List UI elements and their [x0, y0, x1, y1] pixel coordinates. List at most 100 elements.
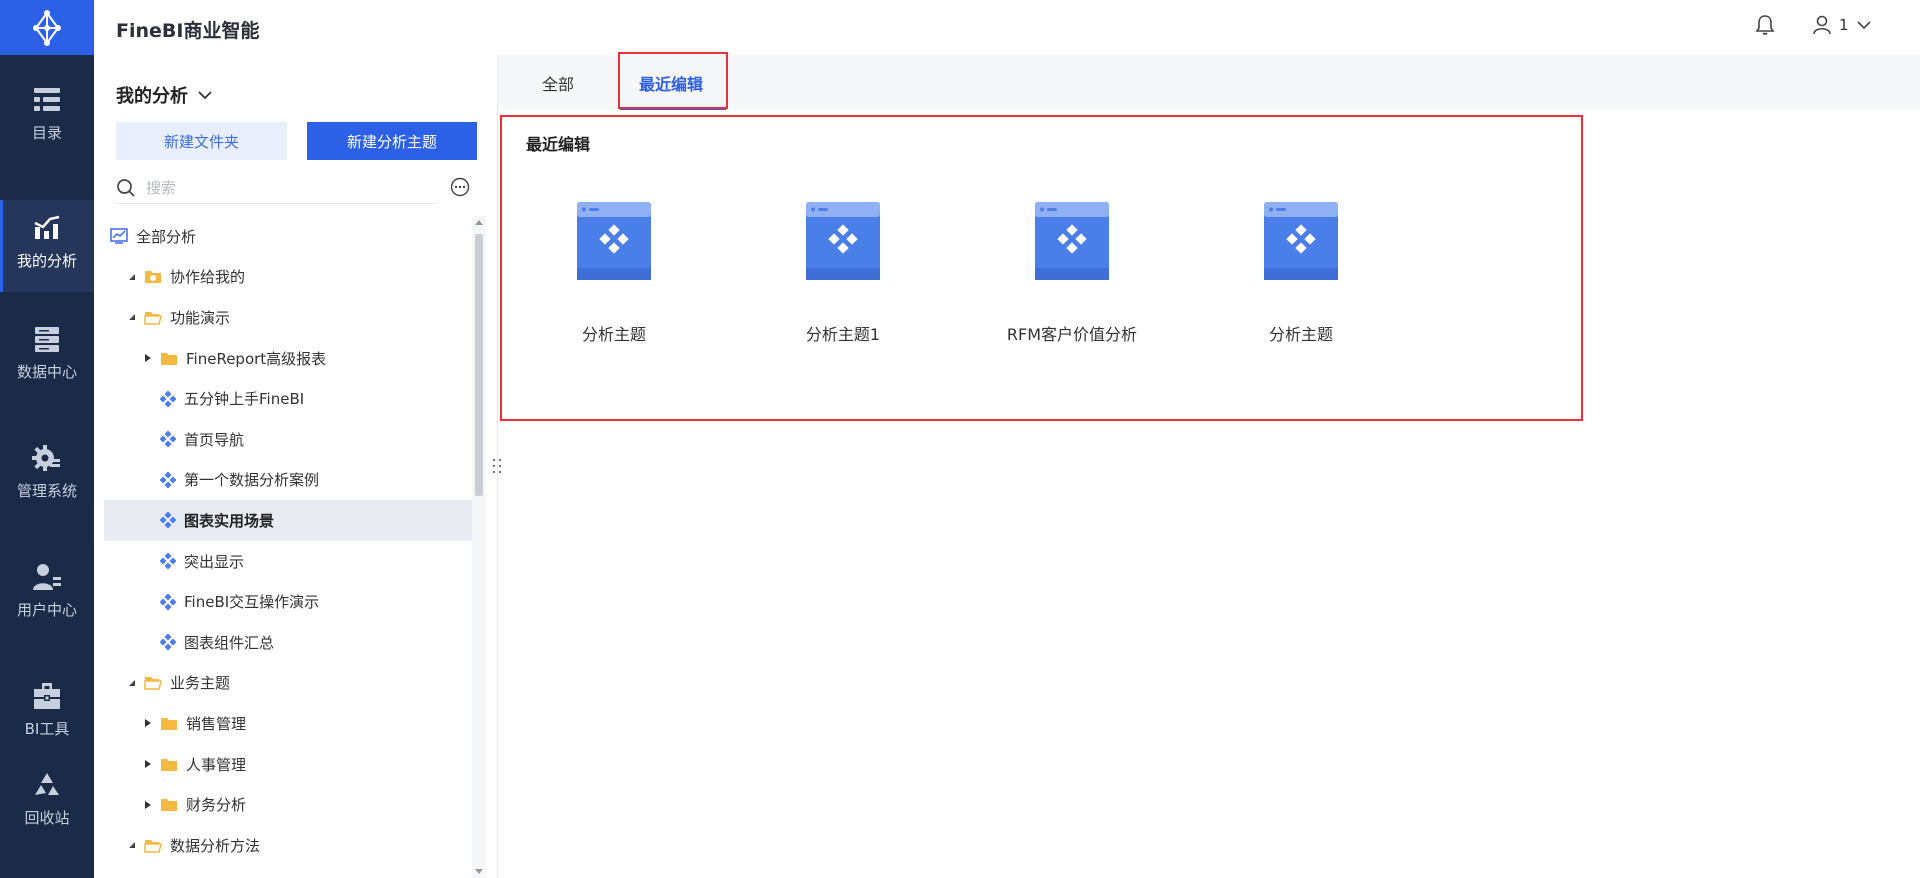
tree-item-label: 第一个数据分析案例: [184, 471, 320, 490]
gear-icon: [32, 445, 60, 471]
folder-icon: [160, 797, 178, 812]
tree-item-component-summary[interactable]: 图表组件汇总: [104, 622, 473, 663]
subject-icon: [160, 593, 176, 610]
tree-item-home-nav[interactable]: 首页导航: [104, 419, 473, 460]
tree-item-analysis-methods[interactable]: 数据分析方法: [104, 825, 473, 866]
tree-item-label: 功能演示: [170, 308, 231, 327]
recent-card[interactable]: 分析主题: [514, 200, 714, 345]
user-name: 1: [1839, 16, 1849, 34]
bell-icon: [1755, 15, 1775, 35]
tree-item-label: 图表组件汇总: [184, 633, 275, 652]
panel-resize-handle[interactable]: [491, 457, 503, 475]
user-icon: [1813, 15, 1831, 35]
tree-item-business-topics[interactable]: 业务主题: [104, 663, 473, 704]
subject-icon: [160, 553, 176, 570]
open-folder-icon: [144, 675, 162, 691]
new-subject-button[interactable]: 新建分析主题: [307, 122, 477, 160]
drag-dots-icon: [492, 458, 502, 474]
rail-label-bi-tools: BI工具: [24, 720, 70, 738]
tree-item-label: 销售管理: [186, 714, 247, 733]
tree-item-label: FineBI交互操作演示: [184, 593, 320, 612]
rail-item-management[interactable]: 管理系统: [0, 444, 94, 538]
tree-item-highlight[interactable]: 突出显示: [104, 541, 473, 582]
expanded-arrow-icon[interactable]: [126, 841, 138, 849]
collapsed-arrow-icon[interactable]: [142, 759, 154, 769]
rail-item-recycle[interactable]: 回收站: [0, 771, 94, 865]
logo-icon: [33, 9, 61, 46]
rail-item-data-center[interactable]: 数据中心: [0, 325, 94, 419]
collapsed-arrow-icon[interactable]: [142, 353, 154, 363]
top-header: FineBI商业智能: [94, 0, 1920, 56]
card-title: 分析主题1: [805, 325, 881, 344]
tree-item-label: 数据分析方法: [170, 836, 261, 855]
tree-item-interaction-demo[interactable]: FineBI交互操作演示: [104, 581, 473, 622]
side-title-dropdown[interactable]: 我的分析: [116, 82, 212, 108]
tree-item-label: 人事管理: [186, 755, 247, 774]
analysis-tree: 全部分析 协作给我的 功能演示 FineReport高级报表 五分钟上手Fine…: [104, 216, 473, 878]
user-center-icon: [33, 564, 61, 590]
recent-card[interactable]: 分析主题1: [743, 200, 943, 345]
tree-item-chart-scenarios[interactable]: 图表实用场景: [104, 500, 473, 541]
more-options-button[interactable]: [450, 177, 470, 201]
tree-item-label: 首页导航: [184, 430, 245, 449]
tree-item-label: 财务分析: [186, 796, 247, 815]
subject-icon: [160, 431, 176, 448]
chevron-down-icon: [1856, 21, 1871, 30]
tree-item-five-min-finebi[interactable]: 五分钟上手FineBI: [104, 378, 473, 419]
search-input[interactable]: [144, 178, 408, 198]
subject-thumbnail-icon: [577, 202, 651, 280]
tree-item-finance[interactable]: 财务分析: [104, 784, 473, 825]
rail-label-my-analysis: 我的分析: [16, 252, 77, 270]
recent-section-title: 最近编辑: [526, 135, 591, 154]
subject-icon: [160, 390, 176, 407]
recent-card[interactable]: 分析主题: [1201, 200, 1401, 345]
analysis-icon: [34, 215, 60, 239]
expanded-arrow-icon[interactable]: [126, 679, 138, 687]
rail-item-directory[interactable]: 目录: [0, 86, 94, 180]
user-menu[interactable]: 1: [1813, 15, 1871, 35]
card-title: 分析主题: [1268, 325, 1333, 344]
notification-bell[interactable]: [1755, 14, 1775, 36]
new-folder-button[interactable]: 新建文件夹: [116, 122, 287, 160]
tree-item-all-analysis[interactable]: 全部分析: [104, 216, 473, 257]
shared-folder-icon: [144, 269, 162, 284]
collapsed-arrow-icon[interactable]: [142, 718, 154, 728]
tree-item-feature-demo[interactable]: 功能演示: [104, 297, 473, 338]
scroll-down-arrow[interactable]: [475, 869, 483, 874]
recent-card[interactable]: RFM客户价值分析: [972, 200, 1172, 345]
tree-item-shared-to-me[interactable]: 协作给我的: [104, 257, 473, 298]
scroll-thumb[interactable]: [475, 234, 483, 496]
expanded-arrow-icon[interactable]: [126, 273, 138, 281]
folder-icon: [160, 716, 178, 731]
card-title: 分析主题: [581, 325, 646, 344]
tree-item-label: FineReport高级报表: [186, 349, 327, 368]
rail-label-directory: 目录: [31, 124, 62, 142]
chart-line-icon: [110, 228, 128, 244]
side-title: 我的分析: [116, 86, 188, 107]
analysis-side-panel: 我的分析 新建文件夹 新建分析主题 全部分析 协作给我的 功能演示 FineRe…: [94, 55, 498, 878]
expanded-arrow-icon[interactable]: [126, 313, 138, 321]
collapsed-arrow-icon[interactable]: [142, 800, 154, 810]
subject-thumbnail-icon: [806, 202, 880, 280]
tree-item-label: 图表实用场景: [184, 511, 275, 530]
tree-item-finereport-reports[interactable]: FineReport高级报表: [104, 338, 473, 379]
rail-label-management: 管理系统: [16, 482, 77, 500]
rail-item-my-analysis[interactable]: 我的分析: [0, 200, 94, 292]
scroll-up-arrow[interactable]: [475, 220, 483, 225]
tree-item-label: 协作给我的: [170, 268, 246, 287]
tree-item-hr[interactable]: 人事管理: [104, 744, 473, 785]
subject-icon: [160, 471, 176, 488]
tree-item-first-case[interactable]: 第一个数据分析案例: [104, 460, 473, 501]
tree-item-label: 全部分析: [136, 227, 197, 246]
tree-item-label: 五分钟上手FineBI: [184, 390, 305, 409]
search-icon: [117, 179, 135, 197]
rail-item-user-center[interactable]: 用户中心: [0, 563, 94, 657]
tab-all[interactable]: 全部: [542, 71, 574, 95]
data-center-icon: [35, 327, 59, 352]
app-logo[interactable]: [0, 0, 94, 55]
tree-item-sales[interactable]: 销售管理: [104, 703, 473, 744]
rail-item-bi-tools[interactable]: BI工具: [0, 682, 94, 776]
tree-scrollbar[interactable]: [472, 216, 486, 878]
recycle-icon: [35, 773, 59, 795]
subject-thumbnail-icon: [1264, 202, 1338, 280]
